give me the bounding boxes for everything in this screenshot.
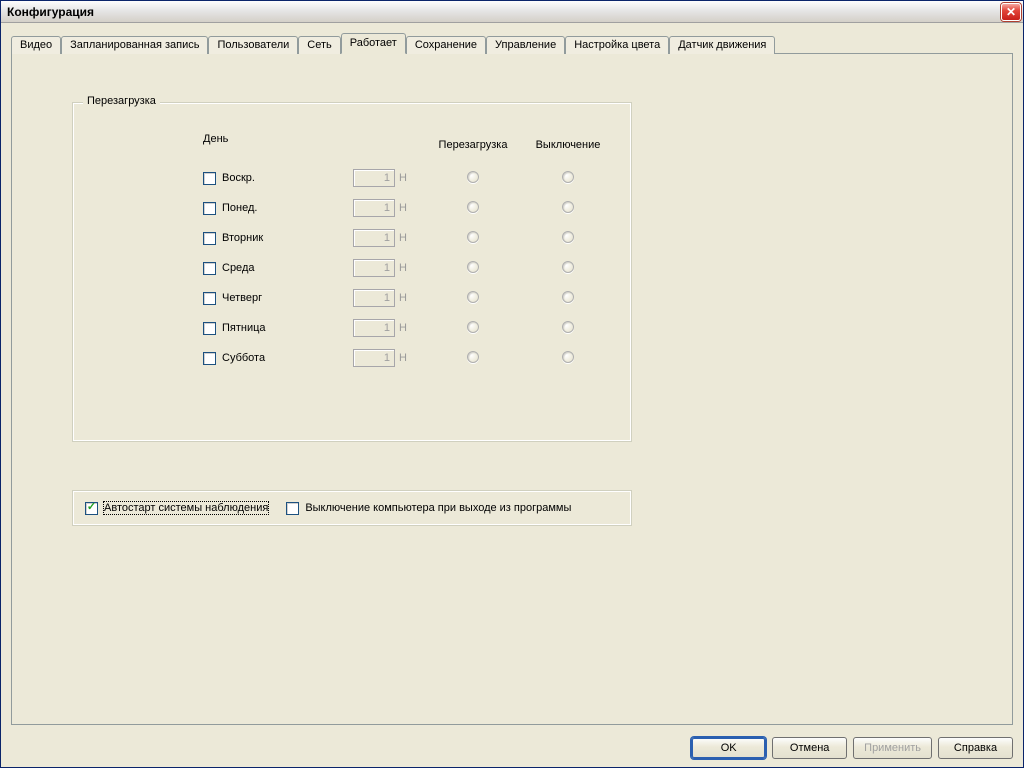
tab-network[interactable]: Сеть xyxy=(298,36,340,54)
hour-input-monday[interactable] xyxy=(353,199,395,217)
radio-shutdown-wednesday[interactable] xyxy=(562,261,574,273)
hour-input-thursday[interactable] xyxy=(353,289,395,307)
radio-reboot-thursday[interactable] xyxy=(467,291,479,303)
label-day-monday: Понед. xyxy=(222,202,257,214)
options-groupbox: Автостарт системы наблюдения Выключение … xyxy=(72,490,632,526)
radio-reboot-sunday[interactable] xyxy=(467,171,479,183)
checkbox-day-friday[interactable] xyxy=(203,322,216,335)
button-bar: OK Отмена Применить Справка xyxy=(1,731,1023,767)
tab-color[interactable]: Настройка цвета xyxy=(565,36,669,54)
checkbox-shutdown-on-exit[interactable] xyxy=(286,502,299,515)
checkbox-day-sunday[interactable] xyxy=(203,172,216,185)
hour-input-saturday[interactable] xyxy=(353,349,395,367)
label-shutdown-on-exit: Выключение компьютера при выходе из прог… xyxy=(305,502,571,514)
checkbox-day-saturday[interactable] xyxy=(203,352,216,365)
checkbox-day-wednesday[interactable] xyxy=(203,262,216,275)
content-area: Видео Запланированная запись Пользовател… xyxy=(1,23,1023,731)
label-day-friday: Пятница xyxy=(222,322,266,334)
radio-shutdown-tuesday[interactable] xyxy=(562,231,574,243)
tab-motion[interactable]: Датчик движения xyxy=(669,36,775,54)
checkbox-day-thursday[interactable] xyxy=(203,292,216,305)
schedule-table: День Перезагрузка Выключение Воскр. H xyxy=(93,133,611,367)
hour-suffix: H xyxy=(399,352,407,364)
apply-button[interactable]: Применить xyxy=(853,737,932,759)
cancel-button[interactable]: Отмена xyxy=(772,737,847,759)
checkbox-autostart[interactable] xyxy=(85,502,98,515)
checkbox-day-tuesday[interactable] xyxy=(203,232,216,245)
radio-shutdown-thursday[interactable] xyxy=(562,291,574,303)
label-day-tuesday: Вторник xyxy=(222,232,263,244)
tab-video[interactable]: Видео xyxy=(11,36,61,54)
radio-reboot-tuesday[interactable] xyxy=(467,231,479,243)
reboot-legend: Перезагрузка xyxy=(83,95,160,107)
radio-reboot-friday[interactable] xyxy=(467,321,479,333)
header-shutdown: Выключение xyxy=(523,139,613,151)
tab-panel-running: Перезагрузка День Перезагрузка Выключени… xyxy=(11,53,1013,725)
hour-input-tuesday[interactable] xyxy=(353,229,395,247)
tab-scheduled-record[interactable]: Запланированная запись xyxy=(61,36,208,54)
header-day: День xyxy=(203,133,353,157)
config-window: Конфигурация ✕ Видео Запланированная зап… xyxy=(0,0,1024,768)
tab-save[interactable]: Сохранение xyxy=(406,36,486,54)
label-day-wednesday: Среда xyxy=(222,262,254,274)
checkbox-day-monday[interactable] xyxy=(203,202,216,215)
titlebar: Конфигурация ✕ xyxy=(1,1,1023,23)
tab-control[interactable]: Управление xyxy=(486,36,565,54)
help-button[interactable]: Справка xyxy=(938,737,1013,759)
hour-suffix: H xyxy=(399,322,407,334)
tab-users[interactable]: Пользователи xyxy=(208,36,298,54)
hour-suffix: H xyxy=(399,292,407,304)
reboot-groupbox: Перезагрузка День Перезагрузка Выключени… xyxy=(72,102,632,442)
hour-input-wednesday[interactable] xyxy=(353,259,395,277)
hour-input-friday[interactable] xyxy=(353,319,395,337)
radio-reboot-monday[interactable] xyxy=(467,201,479,213)
close-icon[interactable]: ✕ xyxy=(1001,3,1021,21)
hour-suffix: H xyxy=(399,232,407,244)
radio-shutdown-monday[interactable] xyxy=(562,201,574,213)
radio-shutdown-saturday[interactable] xyxy=(562,351,574,363)
hour-suffix: H xyxy=(399,262,407,274)
radio-shutdown-sunday[interactable] xyxy=(562,171,574,183)
radio-reboot-wednesday[interactable] xyxy=(467,261,479,273)
window-title: Конфигурация xyxy=(7,5,1001,19)
tabstrip: Видео Запланированная запись Пользовател… xyxy=(11,33,1013,53)
label-day-thursday: Четверг xyxy=(222,292,262,304)
label-autostart: Автостарт системы наблюдения xyxy=(104,502,268,514)
hour-suffix: H xyxy=(399,202,407,214)
hour-input-sunday[interactable] xyxy=(353,169,395,187)
label-day-sunday: Воскр. xyxy=(222,172,255,184)
hour-suffix: H xyxy=(399,172,407,184)
label-day-saturday: Суббота xyxy=(222,352,265,364)
tab-running[interactable]: Работает xyxy=(341,33,406,54)
radio-shutdown-friday[interactable] xyxy=(562,321,574,333)
ok-button[interactable]: OK xyxy=(691,737,766,759)
header-reboot: Перезагрузка xyxy=(423,139,523,151)
radio-reboot-saturday[interactable] xyxy=(467,351,479,363)
